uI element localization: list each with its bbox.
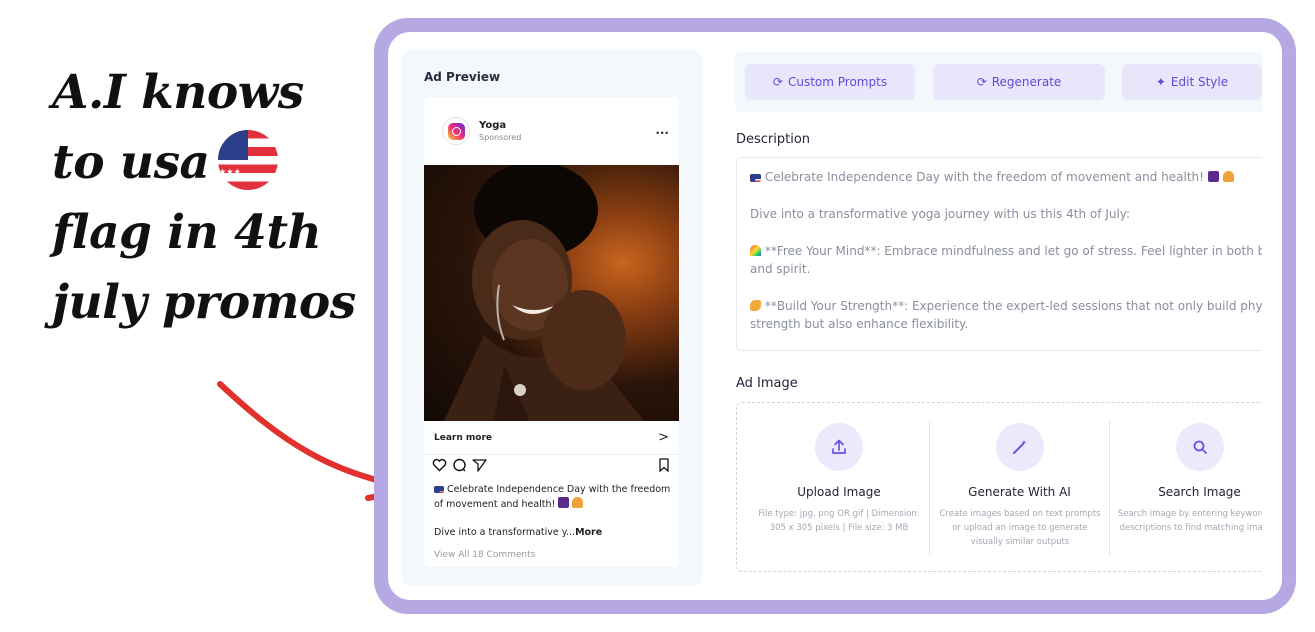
search-image-option[interactable]: Search Image Search image by entering ke… [1109,421,1276,555]
rainbow-emoji-icon [750,245,761,256]
upload-image-desc: File type: jpg, png OR gif | Dimension: … [758,509,920,533]
ad-preview-title: Ad Preview [424,70,501,84]
generate-ai-title: Generate With AI [968,485,1071,499]
description-paragraph-2: Dive into a transformative yoga journey … [750,207,1131,221]
search-image-desc: Search image by entering keywords or des… [1117,509,1276,533]
share-icon[interactable] [472,458,487,472]
annotation-line-2-text: to usa [52,135,210,190]
search-icon [1175,423,1224,471]
magic-wand-icon: ✦ [1155,75,1166,89]
ad-photo [424,165,679,421]
description-paragraph-4: **Build Your Strength**: Experience the … [750,297,1276,333]
yoga-emoji-icon [1222,171,1234,182]
woman-portrait-image [444,165,644,421]
sparkle-emoji-icon [558,497,570,508]
custom-prompts-label: Custom Prompts [787,75,888,89]
us-flag-emoji-icon [434,486,444,493]
upload-icon [815,423,863,471]
generate-ai-desc: Create images based on text prompts or u… [939,509,1101,547]
annotation-line-3: flag in 4th [52,205,322,260]
us-flag-emoji-icon [750,174,761,182]
post-account: Yoga Sponsored [470,120,521,142]
annotation-line-4: july promos [52,275,356,330]
sponsored-label: Sponsored [479,133,522,142]
chevron-right-icon: > [658,430,669,445]
caption-preview: Dive into a transformative y...More [434,527,674,538]
caption-preview-text: Dive into a transformative y... [434,527,576,538]
generate-ai-option[interactable]: Generate With AI Create images based on … [929,421,1109,555]
description-textarea[interactable]: Celebrate Independence Day with the free… [736,157,1276,351]
caption-line-2: of movement and health! [434,499,556,510]
magic-wand-icon [995,423,1044,471]
edit-style-button[interactable]: ✦ Edit Style [1122,64,1262,100]
refresh-icon: ⟳ [772,75,783,89]
description-label: Description [736,132,811,147]
yoga-emoji-icon [572,497,584,508]
instagram-post-card: Yoga Sponsored ... Learn more > Celebrat… [424,97,679,567]
view-comments-link[interactable]: View All 18 Comments [434,550,535,560]
post-actions [432,458,672,474]
upload-image-option[interactable]: Upload Image File type: jpg, png OR gif … [749,403,929,571]
custom-prompts-button[interactable]: ⟳ Custom Prompts [745,64,915,100]
description-text-1: Celebrate Independence Day with the free… [764,170,1204,184]
flexed-arm-emoji-icon [750,300,761,311]
ad-image-label: Ad Image [736,376,798,391]
learn-more-button[interactable]: Learn more > [424,421,679,455]
learn-more-label: Learn more [434,432,492,443]
description-paragraph-3: **Free Your Mind**: Embrace mindfulness … [750,242,1276,278]
us-flag-icon [217,130,278,190]
caption-line-1: Celebrate Independence Day with the free… [447,484,671,495]
heart-icon[interactable] [432,458,447,472]
regenerate-label: Regenerate [991,75,1062,89]
more-options-icon[interactable]: ... [655,123,669,137]
ad-image-dropzone: Upload Image File type: jpg, png OR gif … [736,402,1276,572]
edit-style-label: Edit Style [1170,75,1229,89]
annotation-line-2: to usa [52,128,342,198]
sparkle-emoji-icon [1207,171,1219,182]
regenerate-icon: ⟳ [976,75,987,89]
comment-icon[interactable] [452,458,467,472]
annotation-line-1: A.I knows [52,65,304,120]
description-text-4: **Build Your Strength**: Experience the … [750,299,1276,331]
post-header: Yoga Sponsored [442,117,521,145]
promo-annotation: A.I knows to usa flag in 4th july promos [52,58,356,338]
regenerate-button[interactable]: ⟳ Regenerate [933,64,1105,100]
search-image-title: Search Image [1158,485,1241,499]
instagram-logo-icon [442,117,470,145]
upload-image-title: Upload Image [797,485,881,499]
window-edge [1262,32,1282,600]
description-text-3: **Free Your Mind**: Embrace mindfulness … [750,244,1276,276]
more-link[interactable]: More [575,527,602,538]
bookmark-icon[interactable] [658,458,670,472]
post-caption: Celebrate Independence Day with the free… [434,482,674,512]
description-paragraph-1: Celebrate Independence Day with the free… [750,168,1275,186]
brand-name: Yoga [479,120,507,131]
